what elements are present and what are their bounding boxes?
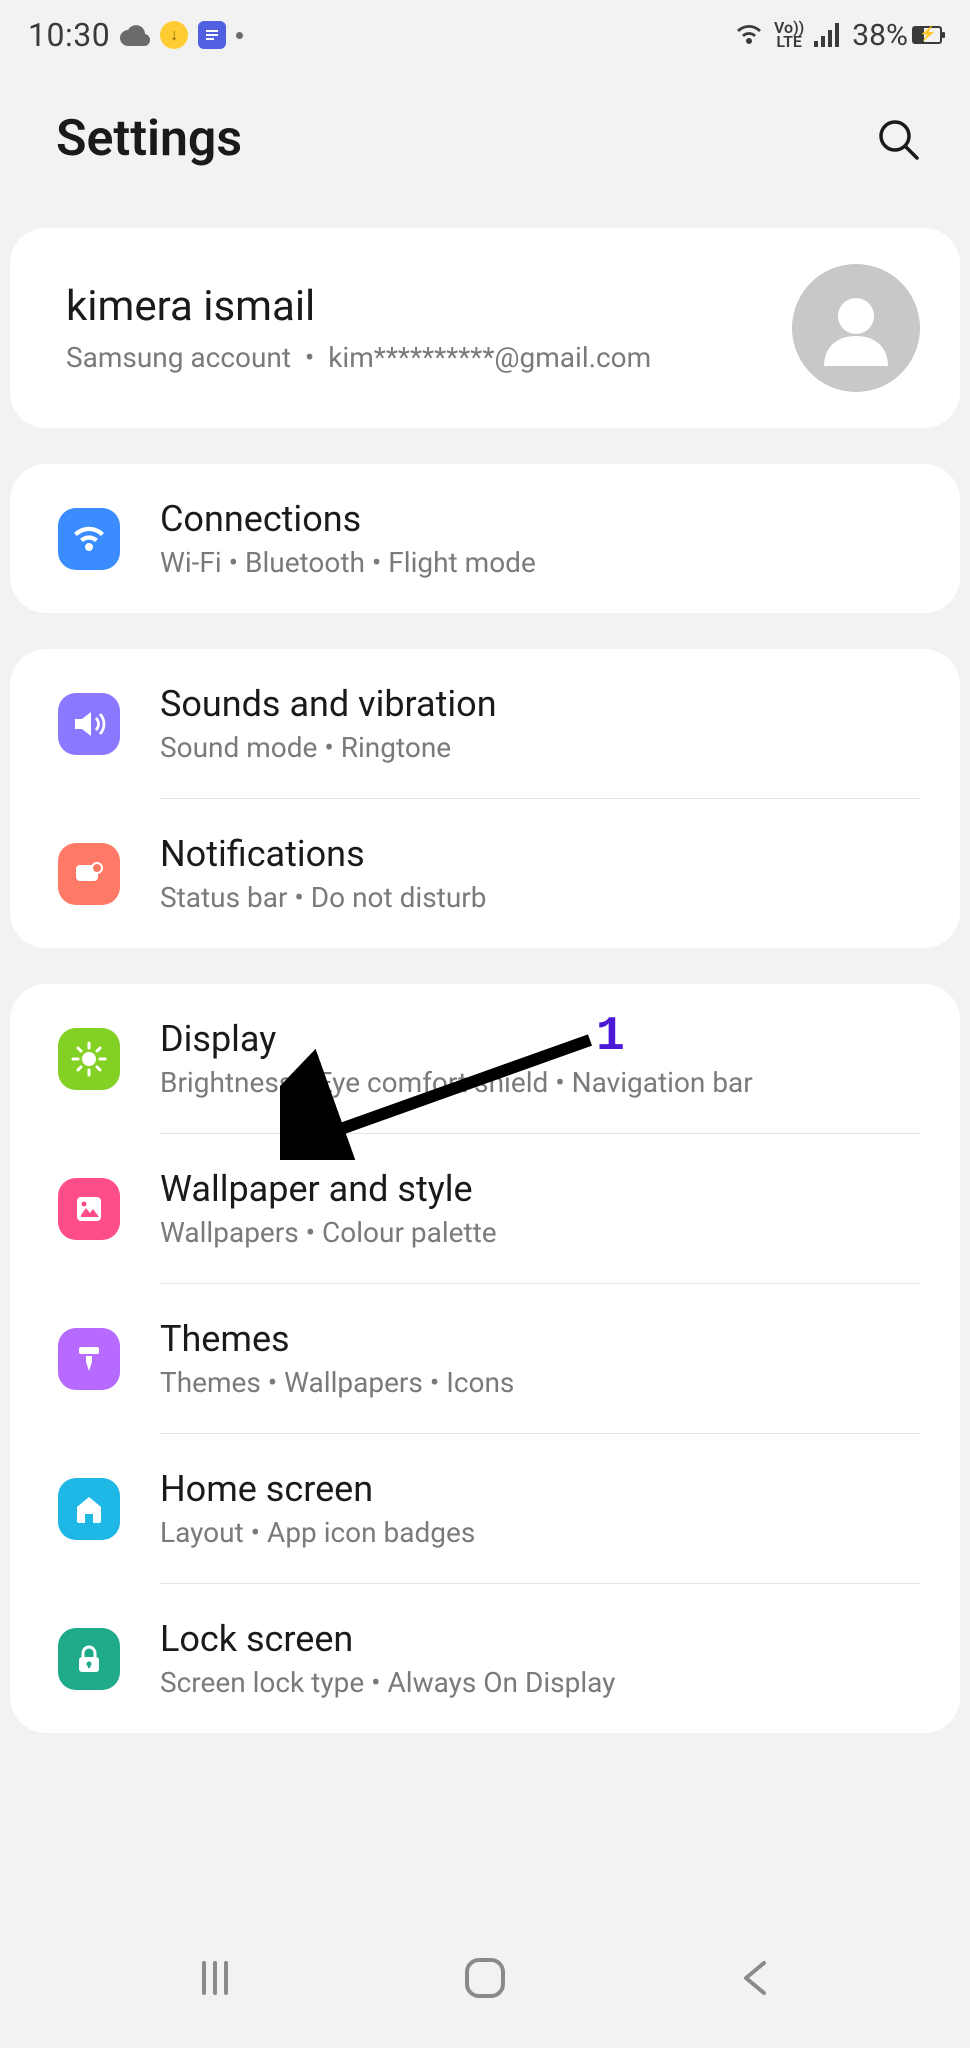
- home-screen-icon: [58, 1478, 120, 1540]
- settings-item-wallpaper[interactable]: Wallpaper and style Wallpapers • Colour …: [10, 1134, 960, 1283]
- item-title: Sounds and vibration: [160, 683, 920, 725]
- settings-item-display[interactable]: Display Brightness • Eye comfort shield …: [10, 984, 960, 1133]
- account-card[interactable]: kimera ismail Samsung account • kim*****…: [10, 228, 960, 428]
- account-name: kimera ismail: [66, 282, 768, 331]
- display-icon: [58, 1028, 120, 1090]
- person-icon: [816, 288, 896, 368]
- connections-icon: [58, 508, 120, 570]
- sound-icon: [58, 693, 120, 755]
- recents-button[interactable]: [185, 1948, 245, 2008]
- item-title: Themes: [160, 1318, 920, 1360]
- item-title: Wallpaper and style: [160, 1168, 920, 1210]
- settings-item-lock-screen[interactable]: Lock screen Screen lock type • Always On…: [10, 1584, 960, 1733]
- wallpaper-icon: [58, 1178, 120, 1240]
- more-notifications-dot: [236, 32, 243, 39]
- system-nav-bar: [0, 1908, 970, 2048]
- status-time: 10:30: [28, 16, 110, 54]
- search-icon: [875, 116, 921, 162]
- settings-item-connections[interactable]: Connections Wi-Fi • Bluetooth • Flight m…: [10, 464, 960, 613]
- app-badge-yellow-icon: ↓: [160, 21, 188, 49]
- item-subtitle: Wi-Fi • Bluetooth • Flight mode: [160, 546, 920, 579]
- item-title: Connections: [160, 498, 920, 540]
- annotation-label: 1: [596, 1010, 625, 1064]
- item-title: Display: [160, 1018, 920, 1060]
- back-button[interactable]: [725, 1948, 785, 2008]
- settings-item-notifications[interactable]: Notifications Status bar • Do not distur…: [10, 799, 960, 948]
- battery-percent: 38%: [852, 18, 908, 53]
- account-subtitle: Samsung account • kim**********@gmail.co…: [66, 341, 768, 374]
- themes-icon: [58, 1328, 120, 1390]
- lock-screen-icon: [58, 1628, 120, 1690]
- notifications-icon: [58, 843, 120, 905]
- avatar[interactable]: [792, 264, 920, 392]
- settings-group: Connections Wi-Fi • Bluetooth • Flight m…: [10, 464, 960, 613]
- page-title: Settings: [56, 110, 242, 168]
- recents-icon: [196, 1959, 234, 1997]
- item-subtitle: Status bar • Do not disturb: [160, 881, 920, 914]
- item-title: Lock screen: [160, 1618, 920, 1660]
- item-subtitle: Brightness • Eye comfort shield • Naviga…: [160, 1066, 920, 1099]
- page-header: Settings: [0, 70, 970, 228]
- search-button[interactable]: [874, 115, 922, 163]
- settings-item-sounds[interactable]: Sounds and vibration Sound mode • Ringto…: [10, 649, 960, 798]
- wifi-status-icon: [734, 23, 764, 47]
- settings-item-home-screen[interactable]: Home screen Layout • App icon badges: [10, 1434, 960, 1583]
- item-title: Notifications: [160, 833, 920, 875]
- home-icon: [463, 1956, 507, 2000]
- settings-group: Display Brightness • Eye comfort shield …: [10, 984, 960, 1733]
- status-bar: 10:30 ↓ Vo)) LTE 38% ⚡: [0, 0, 970, 70]
- item-subtitle: Screen lock type • Always On Display: [160, 1666, 920, 1699]
- cloud-icon: [120, 24, 150, 46]
- settings-item-themes[interactable]: Themes Themes • Wallpapers • Icons: [10, 1284, 960, 1433]
- battery-icon: ⚡: [912, 26, 942, 44]
- app-badge-blue-icon: [198, 21, 226, 49]
- volte-icon: Vo)) LTE: [774, 21, 804, 50]
- back-icon: [738, 1959, 772, 1997]
- item-subtitle: Sound mode • Ringtone: [160, 731, 920, 764]
- home-button[interactable]: [455, 1948, 515, 2008]
- signal-icon: [814, 23, 842, 47]
- item-subtitle: Layout • App icon badges: [160, 1516, 920, 1549]
- item-subtitle: Wallpapers • Colour palette: [160, 1216, 920, 1249]
- battery-status: 38% ⚡: [852, 18, 942, 53]
- item-title: Home screen: [160, 1468, 920, 1510]
- item-subtitle: Themes • Wallpapers • Icons: [160, 1366, 920, 1399]
- settings-group: Sounds and vibration Sound mode • Ringto…: [10, 649, 960, 948]
